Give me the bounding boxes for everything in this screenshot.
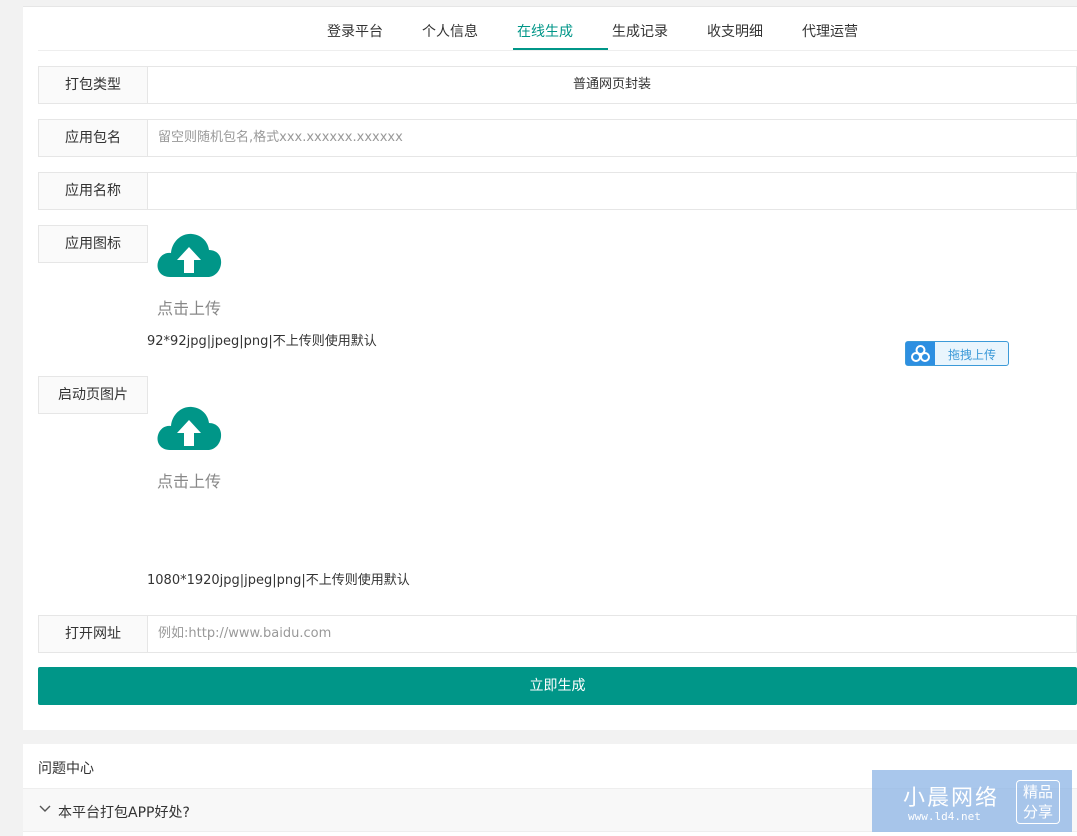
tab-profile[interactable]: 个人信息 <box>422 21 478 41</box>
tab-finance[interactable]: 收支明细 <box>707 21 763 41</box>
package-name-input[interactable]: 留空则随机包名,格式xxx.xxxxxx.xxxxxx <box>147 119 1077 157</box>
url-input[interactable]: 例如:http://www.baidu.com <box>147 615 1077 653</box>
app-name-label: 应用名称 <box>38 172 148 210</box>
faq-question: 本平台打包APP好处? <box>58 805 190 821</box>
cloud-upload-icon <box>157 233 222 277</box>
url-label: 打开网址 <box>38 615 148 653</box>
splash-upload-label: 点击上传 <box>157 472 222 491</box>
drag-upload-label: 拖拽上传 <box>948 348 997 362</box>
tab-bar: 登录平台 个人信息 在线生成 生成记录 收支明细 代理运营 <box>38 7 1077 51</box>
active-tab-indicator <box>513 48 608 50</box>
package-name-label: 应用包名 <box>38 119 148 157</box>
app-name-input[interactable] <box>147 172 1077 210</box>
watermark-badge: 精品 分享 <box>1016 780 1060 824</box>
watermark-url: www.ld4.net <box>908 810 981 823</box>
cloud-upload-icon <box>157 406 222 450</box>
pack-type-select[interactable]: 普通网页封装 <box>147 66 1077 104</box>
chevron-down-icon <box>39 805 51 812</box>
generate-panel: 登录平台 个人信息 在线生成 生成记录 收支明细 代理运营 打包类型 普通网页封… <box>23 6 1077 730</box>
splash-hint: 1080*1920jpg|jpeg|png|不上传则使用默认 <box>147 573 410 588</box>
watermark-badge-line1: 精品 <box>1022 783 1053 801</box>
pack-type-label: 打包类型 <box>38 66 148 104</box>
tab-history[interactable]: 生成记录 <box>612 21 668 41</box>
tab-generate[interactable]: 在线生成 <box>517 21 573 41</box>
icon-hint: 92*92jpg|jpeg|png|不上传则使用默认 <box>147 334 377 349</box>
watermark-title: 小晨网络 <box>903 786 1000 811</box>
splash-upload-button[interactable]: 点击上传 <box>147 404 227 494</box>
watermark-badge-line2: 分享 <box>1022 803 1053 821</box>
splash-label: 启动页图片 <box>38 376 148 414</box>
tab-agent[interactable]: 代理运营 <box>802 21 858 41</box>
package-name-placeholder: 留空则随机包名,格式xxx.xxxxxx.xxxxxx <box>158 130 403 145</box>
icon-upload-label: 点击上传 <box>157 299 222 318</box>
drag-upload-button[interactable]: 拖拽上传 <box>905 341 1009 366</box>
tab-login[interactable]: 登录平台 <box>327 21 383 41</box>
url-placeholder: 例如:http://www.baidu.com <box>158 626 332 641</box>
generate-button[interactable]: 立即生成 <box>38 667 1077 705</box>
faq-title: 问题中心 <box>38 761 94 777</box>
icon-label: 应用图标 <box>38 225 148 263</box>
watermark: 小晨网络 www.ld4.net 精品 分享 <box>872 770 1072 832</box>
drag-upload-icon <box>906 342 935 365</box>
icon-upload-button[interactable]: 点击上传 <box>147 231 227 321</box>
